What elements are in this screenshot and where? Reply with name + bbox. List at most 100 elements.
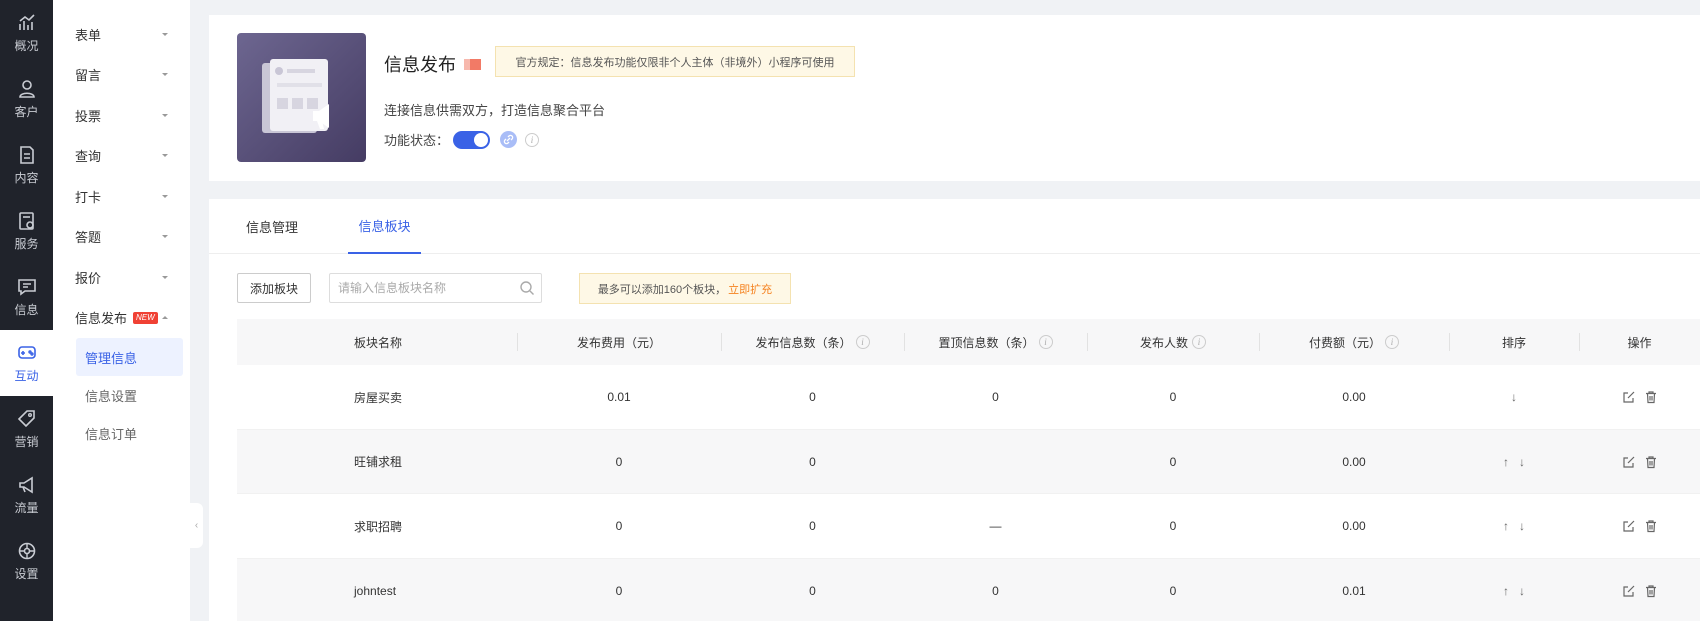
tab-info-sections[interactable]: 信息板块 [348, 199, 421, 254]
cell-pinned-count: 0 [992, 583, 999, 598]
subnav-item-quiz[interactable]: 答题 [53, 217, 190, 258]
cell-section-name: johntest [354, 583, 397, 598]
document-icon [19, 145, 34, 164]
th-publishers-wrap: 发布人数 i [1087, 319, 1259, 365]
section-search-input[interactable] [338, 281, 513, 295]
delete-icon[interactable] [1644, 390, 1658, 404]
cell-publish-fee: 0 [615, 454, 623, 469]
expand-limit-link[interactable]: 立即扩充 [728, 281, 772, 297]
th-publishers: 发布人数 [1139, 335, 1188, 350]
table-row: 房屋买卖 0.01 0 0 0 0.00 ↓ [237, 365, 1700, 430]
link-icon[interactable] [500, 131, 518, 148]
message-icon [17, 278, 36, 296]
move-down-icon[interactable]: ↓ [1519, 584, 1525, 598]
cell-publishers: 0 [1169, 390, 1177, 405]
info-icon[interactable]: i [1038, 335, 1053, 349]
cell-pinned-count [904, 430, 1087, 495]
cell-pinned-count: — [989, 519, 1002, 534]
secondary-nav: 表单 留言 投票 查询 打卡 答题 报价 信息发布 NEW 管理信息 信息设置 信… [53, 0, 190, 621]
nav-item-content[interactable]: 内容 [0, 132, 53, 198]
nav-item-message[interactable]: 信息 [0, 264, 53, 330]
nav-item-marketing[interactable]: 营销 [0, 396, 53, 462]
edit-icon[interactable] [1622, 584, 1636, 598]
th-post-count: 发布信息数（条） [755, 335, 852, 350]
nav-label: 内容 [14, 170, 39, 185]
search-icon[interactable] [519, 280, 535, 296]
info-publish-illustration-icon [262, 59, 329, 133]
edit-icon[interactable] [1622, 455, 1636, 469]
subnav-item-comment[interactable]: 留言 [53, 55, 190, 96]
subnav-item-info-publish[interactable]: 信息发布 NEW [53, 298, 190, 339]
chevron-down-icon [162, 154, 168, 158]
nav-label: 互动 [14, 368, 39, 383]
move-up-icon[interactable]: ↑ [1503, 455, 1509, 469]
subnav-child-info-settings[interactable]: 信息设置 [76, 376, 183, 414]
megaphone-icon [18, 476, 33, 493]
nav-item-settings[interactable]: 设置 [0, 528, 53, 594]
cell-sort: ↑ ↓ [1449, 559, 1579, 621]
user-icon [18, 79, 35, 98]
move-up-icon[interactable]: ↑ [1503, 584, 1509, 598]
nav-item-overview[interactable]: 概况 [0, 0, 53, 66]
edit-icon[interactable] [1622, 519, 1636, 533]
subnav-item-form[interactable]: 表单 [53, 14, 190, 55]
nav-item-traffic[interactable]: 流量 [0, 462, 53, 528]
cell-publishers: 0 [1169, 454, 1177, 469]
chevron-down-icon [162, 235, 168, 239]
nav-label: 营销 [14, 434, 39, 449]
cell-section-name: 旺铺求租 [354, 455, 403, 470]
nav-label: 客户 [14, 104, 39, 119]
chevron-down-icon [162, 113, 168, 117]
sidebar-collapse-button[interactable]: ‹ [190, 503, 203, 548]
feature-status-toggle[interactable] [453, 130, 491, 149]
edit-icon[interactable] [1622, 390, 1636, 404]
cell-post-count: 0 [809, 583, 816, 598]
cell-publish-fee: 0 [615, 519, 623, 534]
nav-label: 概况 [14, 38, 39, 53]
table-row: 求职招聘 0 0 — 0 0.00 ↑ ↓ [237, 494, 1700, 559]
info-icon[interactable]: i [855, 335, 870, 349]
cell-paid-amount: 0.00 [1342, 390, 1366, 405]
subnav-item-checkin[interactable]: 打卡 [53, 176, 190, 217]
nav-item-interaction[interactable]: 互动 [0, 330, 53, 396]
chevron-left-icon: ‹ [194, 520, 199, 531]
info-icon[interactable]: i [1192, 335, 1206, 349]
cell-sort: ↑ ↓ [1449, 430, 1579, 495]
move-down-icon[interactable]: ↓ [1511, 390, 1517, 404]
cell-paid-amount: 0.00 [1342, 519, 1366, 534]
add-section-button[interactable]: 添加板块 [237, 273, 311, 303]
tag-icon [17, 409, 35, 427]
move-up-icon[interactable]: ↑ [1503, 519, 1509, 533]
chevron-up-icon [162, 316, 168, 320]
th-publish-fee: 发布费用（元） [576, 335, 661, 350]
cell-paid-amount: 0.00 [1342, 454, 1366, 469]
cell-actions [1579, 494, 1700, 559]
subnav-item-vote[interactable]: 投票 [53, 95, 190, 136]
subnav-label: 查询 [75, 149, 102, 165]
th-section-name: 板块名称 [354, 335, 403, 350]
tab-info-management[interactable]: 信息管理 [237, 199, 307, 254]
subnav-label: 信息发布 [75, 311, 128, 327]
th-sort: 排序 [1501, 335, 1526, 350]
official-notice: 官方规定：信息发布功能仅限非个人主体（非境外）小程序可使用 [495, 46, 855, 77]
info-icon[interactable]: i [1385, 335, 1399, 349]
move-down-icon[interactable]: ↓ [1519, 519, 1525, 533]
chevron-down-icon [162, 73, 168, 77]
subnav-label: 报价 [75, 270, 102, 286]
subnav-item-query[interactable]: 查询 [53, 136, 190, 177]
delete-icon[interactable] [1644, 584, 1658, 598]
delete-icon[interactable] [1644, 519, 1658, 533]
nav-item-customer[interactable]: 客户 [0, 66, 53, 132]
subnav-child-manage-info[interactable]: 管理信息 [76, 338, 183, 376]
content-card: 信息管理 信息板块 添加板块 最多可以添加160个板块，立即扩充 板块名称 发布… [209, 199, 1700, 621]
cell-post-count: 0 [809, 519, 816, 534]
subnav-child-info-orders[interactable]: 信息订单 [76, 414, 183, 452]
subnav-label-wrap: 信息发布 NEW [75, 308, 158, 327]
table-row: johntest 0 0 0 0 0.01 ↑ ↓ [237, 558, 1700, 621]
info-icon[interactable]: i [525, 132, 540, 147]
delete-icon[interactable] [1644, 455, 1658, 469]
subnav-label: 答题 [75, 230, 102, 246]
subnav-item-quote[interactable]: 报价 [53, 257, 190, 298]
move-down-icon[interactable]: ↓ [1519, 455, 1525, 469]
nav-item-service[interactable]: 服务 [0, 198, 53, 264]
